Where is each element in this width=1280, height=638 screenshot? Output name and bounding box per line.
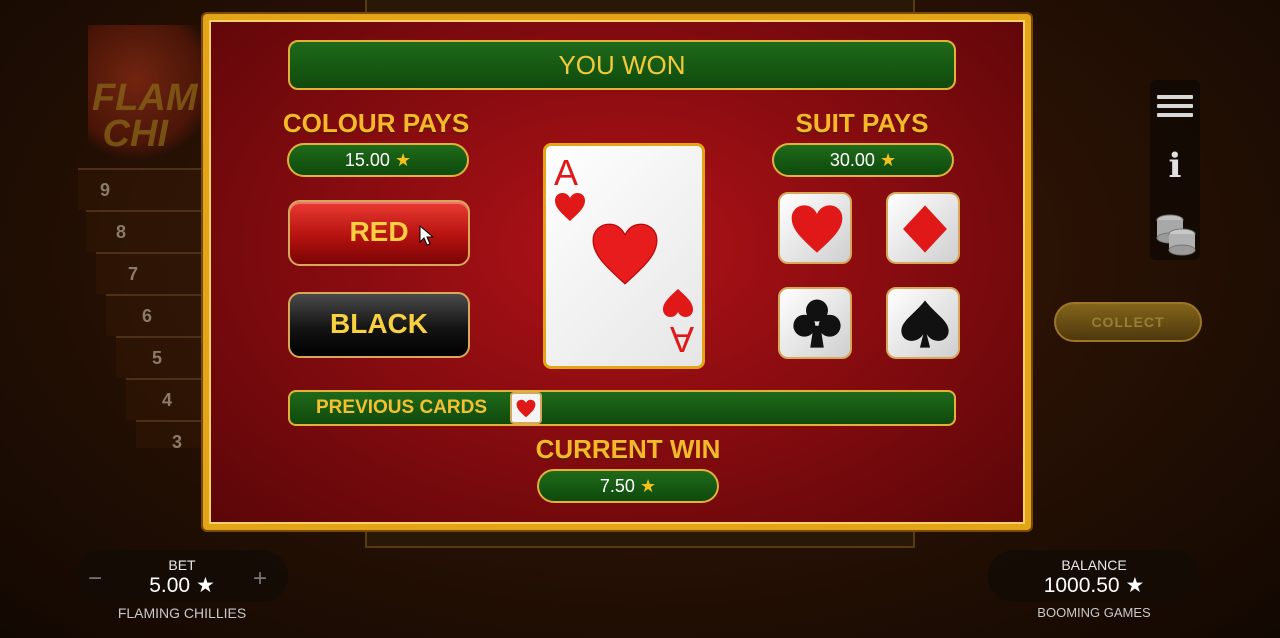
ladder-step: 4 <box>126 378 208 420</box>
hearts-icon <box>791 205 843 253</box>
mouse-cursor-icon <box>419 225 435 246</box>
ladder-step: 6 <box>106 294 208 336</box>
star-icon: ★ <box>639 476 657 496</box>
result-banner: YOU WON <box>288 40 956 90</box>
current-win-title: CURRENT WIN <box>535 434 721 464</box>
spades-icon <box>901 300 949 348</box>
current-win-value: 7.50 ★ <box>537 469 719 503</box>
star-icon: ★ <box>394 150 412 170</box>
heart-icon <box>516 399 536 418</box>
card-rank: A <box>554 152 579 193</box>
heart-icon <box>663 289 693 317</box>
ladder-step: 9 <box>78 168 208 210</box>
bet-increase-button[interactable]: + <box>253 565 267 593</box>
clubs-suit-button[interactable] <box>778 287 852 359</box>
heart-icon <box>555 193 585 221</box>
hamburger-menu-icon[interactable] <box>1157 95 1193 122</box>
suit-pays-value: 30.00 ★ <box>772 143 954 177</box>
ladder-step: 3 <box>136 420 208 452</box>
ladder-step: 7 <box>96 252 208 294</box>
colour-pays-title: COLOUR PAYS <box>282 108 470 138</box>
diamonds-icon <box>903 205 947 253</box>
provider-logo: BOOMING GAMES <box>1037 605 1151 620</box>
star-icon: ★ <box>195 574 215 597</box>
spades-suit-button[interactable] <box>886 287 960 359</box>
balance-label: BALANCE <box>1061 557 1127 573</box>
collect-button[interactable]: COLLECT <box>1054 302 1202 342</box>
info-icon[interactable]: i <box>1162 148 1188 184</box>
card-rank-inverted: A <box>662 283 694 360</box>
suit-pays-title: SUIT PAYS <box>795 108 929 138</box>
hearts-suit-button[interactable] <box>778 192 852 264</box>
coins-icon[interactable] <box>1154 210 1198 258</box>
previous-card-hearts <box>510 392 542 424</box>
red-button[interactable]: RED <box>288 200 470 266</box>
gamble-ladder: 9 8 7 6 5 4 3 <box>78 168 208 452</box>
star-icon: ★ <box>879 150 897 170</box>
diamonds-suit-button[interactable] <box>886 192 960 264</box>
game-logo: FLAM CHI <box>92 77 198 155</box>
ladder-step: 5 <box>116 336 208 378</box>
previous-cards-label: PREVIOUS CARDS <box>316 397 488 418</box>
star-icon: ★ <box>1125 574 1145 597</box>
black-button[interactable]: BLACK <box>288 292 470 358</box>
playing-card-ace-of-hearts: A A <box>543 143 705 369</box>
colour-pays-value: 15.00 ★ <box>287 143 469 177</box>
reel-frame-bottom <box>365 528 915 548</box>
ladder-step: 8 <box>86 210 208 252</box>
balance-value: 1000.50 ★ <box>1043 574 1145 597</box>
clubs-icon <box>793 299 841 348</box>
heart-icon <box>592 223 658 285</box>
game-name: FLAMING CHILLIES <box>117 605 247 621</box>
